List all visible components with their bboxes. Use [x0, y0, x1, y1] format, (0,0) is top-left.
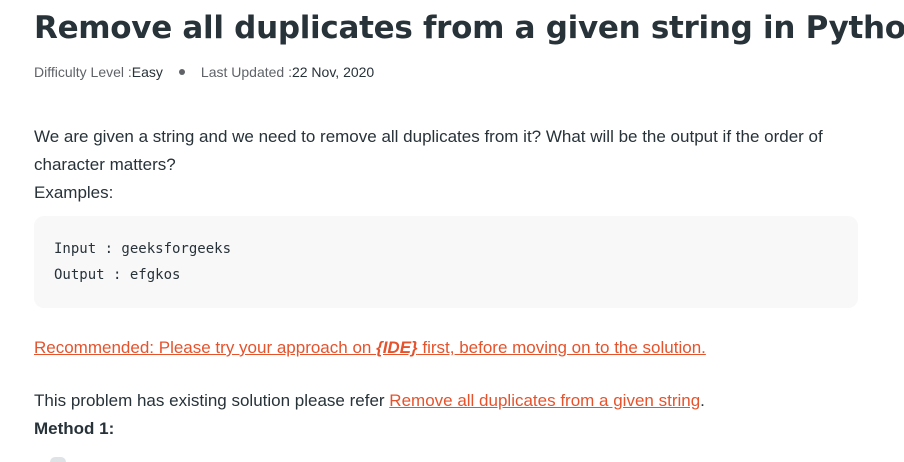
separator-dot: [178, 69, 185, 75]
code-block: Input : geeksforgeeks Output : efgkos: [34, 216, 858, 308]
difficulty-label: Difficulty Level :: [34, 64, 132, 80]
partial-element-indicator: [50, 457, 66, 462]
solution-text: This problem has existing solution pleas…: [34, 391, 390, 410]
difficulty-value: Easy: [131, 64, 163, 80]
solution-end: .: [700, 391, 705, 410]
recommended-link[interactable]: Recommended: Please try your approach on…: [34, 334, 706, 362]
page-title: Remove all duplicates from a given strin…: [34, 10, 904, 46]
recommended-suffix: first, before moving on to the solution.: [417, 338, 706, 357]
examples-label: Examples:: [34, 183, 114, 202]
code-line-output: Output : efgkos: [54, 267, 181, 283]
solution-link[interactable]: Remove all duplicates from a given strin…: [389, 391, 700, 410]
article-meta: Difficulty Level : Easy Last Updated : 2…: [34, 62, 374, 82]
last-updated-value: 22 Nov, 2020: [291, 64, 375, 80]
solution-paragraph: This problem has existing solution pleas…: [34, 387, 864, 415]
code-line-input: Input : geeksforgeeks: [54, 241, 232, 257]
method-heading: Method 1:: [34, 419, 115, 438]
last-updated-label: Last Updated :: [200, 64, 292, 80]
intro-paragraph: We are given a string and we need to rem…: [34, 127, 823, 174]
recommended-prefix: Recommended: Please try your approach on: [34, 338, 377, 357]
article-page: Remove all duplicates from a given strin…: [0, 0, 904, 462]
ide-link-text: {IDE}: [376, 338, 418, 357]
